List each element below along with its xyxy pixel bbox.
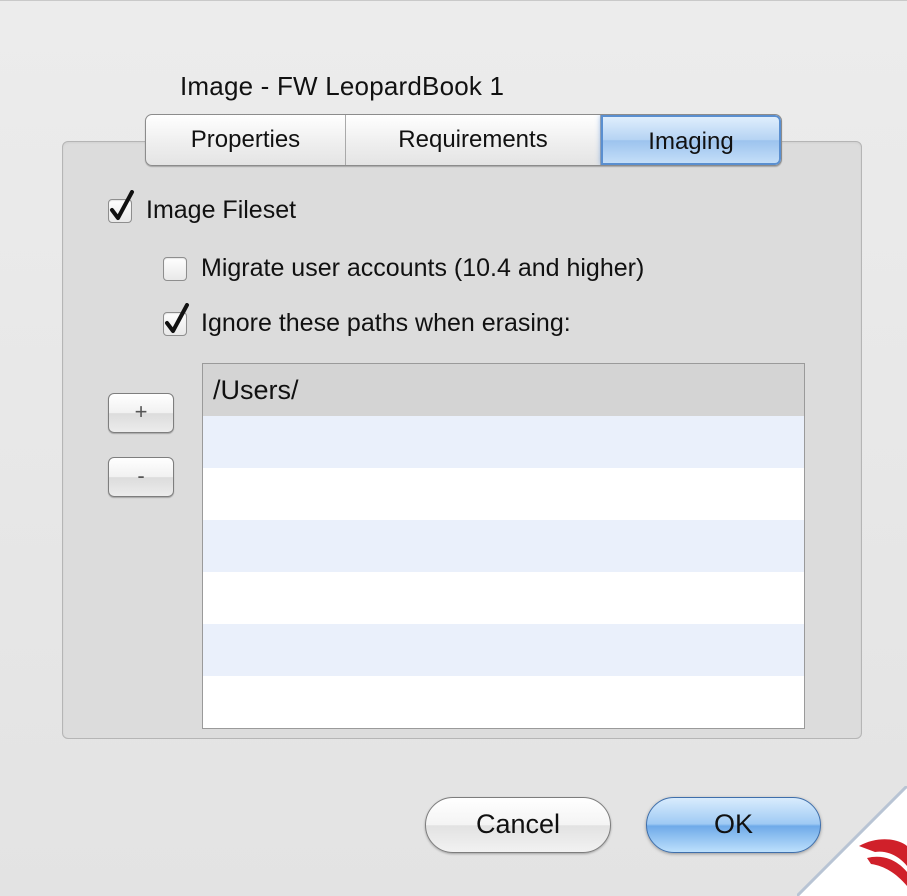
list-item[interactable]: /Users/ <box>203 364 804 416</box>
tab-imaging[interactable]: Imaging <box>601 115 781 165</box>
checkmark-icon <box>110 189 134 220</box>
list-row-empty <box>203 624 804 676</box>
dialog-title: Image - FW LeopardBook 1 <box>180 71 505 101</box>
checkmark-icon <box>165 302 189 333</box>
tab-requirements[interactable]: Requirements <box>346 115 601 165</box>
remove-path-button[interactable]: - <box>108 457 174 497</box>
brand-logo-icon <box>797 786 907 896</box>
cancel-button[interactable]: Cancel <box>425 797 611 853</box>
migrate-accounts-label: Migrate user accounts (10.4 and higher) <box>201 254 645 282</box>
ignore-paths-label: Ignore these paths when erasing: <box>201 309 571 337</box>
add-path-button[interactable]: + <box>108 393 174 433</box>
ignore-paths-option[interactable]: Ignore these paths when erasing: <box>163 302 571 338</box>
list-row-empty <box>203 520 804 572</box>
ok-button[interactable]: OK <box>646 797 821 853</box>
list-row-empty <box>203 676 804 728</box>
image-fileset-checkbox[interactable] <box>108 189 134 223</box>
list-row-empty <box>203 468 804 520</box>
list-row-empty <box>203 416 804 468</box>
imaging-dialog: Image - FW LeopardBook 1 Properties Requ… <box>0 0 907 896</box>
ignore-paths-list[interactable]: /Users/ <box>202 363 805 729</box>
image-fileset-option[interactable]: Image Fileset <box>108 189 297 225</box>
ignore-paths-checkbox[interactable] <box>163 302 189 336</box>
migrate-accounts-checkbox[interactable] <box>163 256 187 281</box>
tab-properties[interactable]: Properties <box>146 115 346 165</box>
tab-bar: Properties Requirements Imaging <box>145 114 782 166</box>
list-row-empty <box>203 572 804 624</box>
image-fileset-label: Image Fileset <box>146 196 297 224</box>
migrate-accounts-option[interactable]: Migrate user accounts (10.4 and higher) <box>163 254 644 283</box>
